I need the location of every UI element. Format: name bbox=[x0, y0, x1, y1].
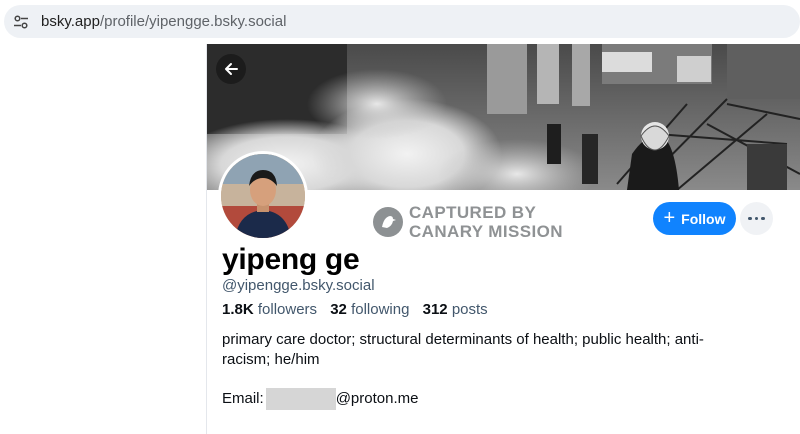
following-label: following bbox=[351, 301, 410, 318]
url-text[interactable]: bsky.app/profile/yipengge.bsky.social bbox=[41, 13, 286, 31]
url-host: bsky.app bbox=[41, 13, 100, 30]
following-count: 32 bbox=[330, 301, 347, 318]
arrow-left-icon bbox=[225, 63, 238, 75]
url-path: /profile/yipengge.bsky.social bbox=[99, 13, 287, 30]
email-label: Email: bbox=[222, 390, 264, 407]
watermark-line-1: CAPTURED BY bbox=[409, 203, 537, 222]
avatar[interactable] bbox=[218, 151, 308, 241]
more-horizontal-icon bbox=[748, 216, 752, 221]
profile-bio: primary care doctor; structural determin… bbox=[222, 331, 704, 368]
follow-button[interactable]: + Follow bbox=[653, 202, 736, 235]
profile-stats: 1.8K followers 32 following 312 posts bbox=[222, 301, 497, 319]
followers-count: 1.8K bbox=[222, 301, 254, 318]
profile-handle: @yipengge.bsky.social bbox=[222, 277, 375, 294]
followers-stat[interactable]: 1.8K followers bbox=[222, 301, 317, 318]
redaction-box bbox=[265, 388, 336, 410]
watermark-text: CAPTURED BY CANARY MISSION bbox=[409, 203, 563, 241]
email-domain: @proton.me bbox=[335, 390, 419, 407]
plus-icon: + bbox=[663, 207, 676, 229]
browser-address-bar: bsky.app/profile/yipengge.bsky.social bbox=[0, 0, 800, 44]
site-settings-icon[interactable] bbox=[13, 14, 29, 30]
posts-count: 312 bbox=[422, 301, 448, 318]
url-field[interactable]: bsky.app/profile/yipengge.bsky.social bbox=[4, 5, 800, 38]
email-line: Email: @proton.me bbox=[222, 388, 418, 410]
posts-label: posts bbox=[451, 301, 488, 318]
watermark-line-2: CANARY MISSION bbox=[409, 222, 563, 241]
follow-label: Follow bbox=[681, 210, 726, 227]
more-options-button[interactable] bbox=[740, 202, 773, 235]
posts-stat: 312 posts bbox=[423, 301, 488, 318]
more-dot bbox=[761, 216, 765, 221]
back-button[interactable] bbox=[216, 54, 246, 84]
followers-label: followers bbox=[257, 301, 318, 318]
canary-logo-icon bbox=[373, 207, 403, 237]
following-stat[interactable]: 32 following bbox=[330, 301, 409, 318]
more-dot bbox=[754, 216, 759, 221]
display-name: yipeng ge bbox=[222, 243, 360, 276]
